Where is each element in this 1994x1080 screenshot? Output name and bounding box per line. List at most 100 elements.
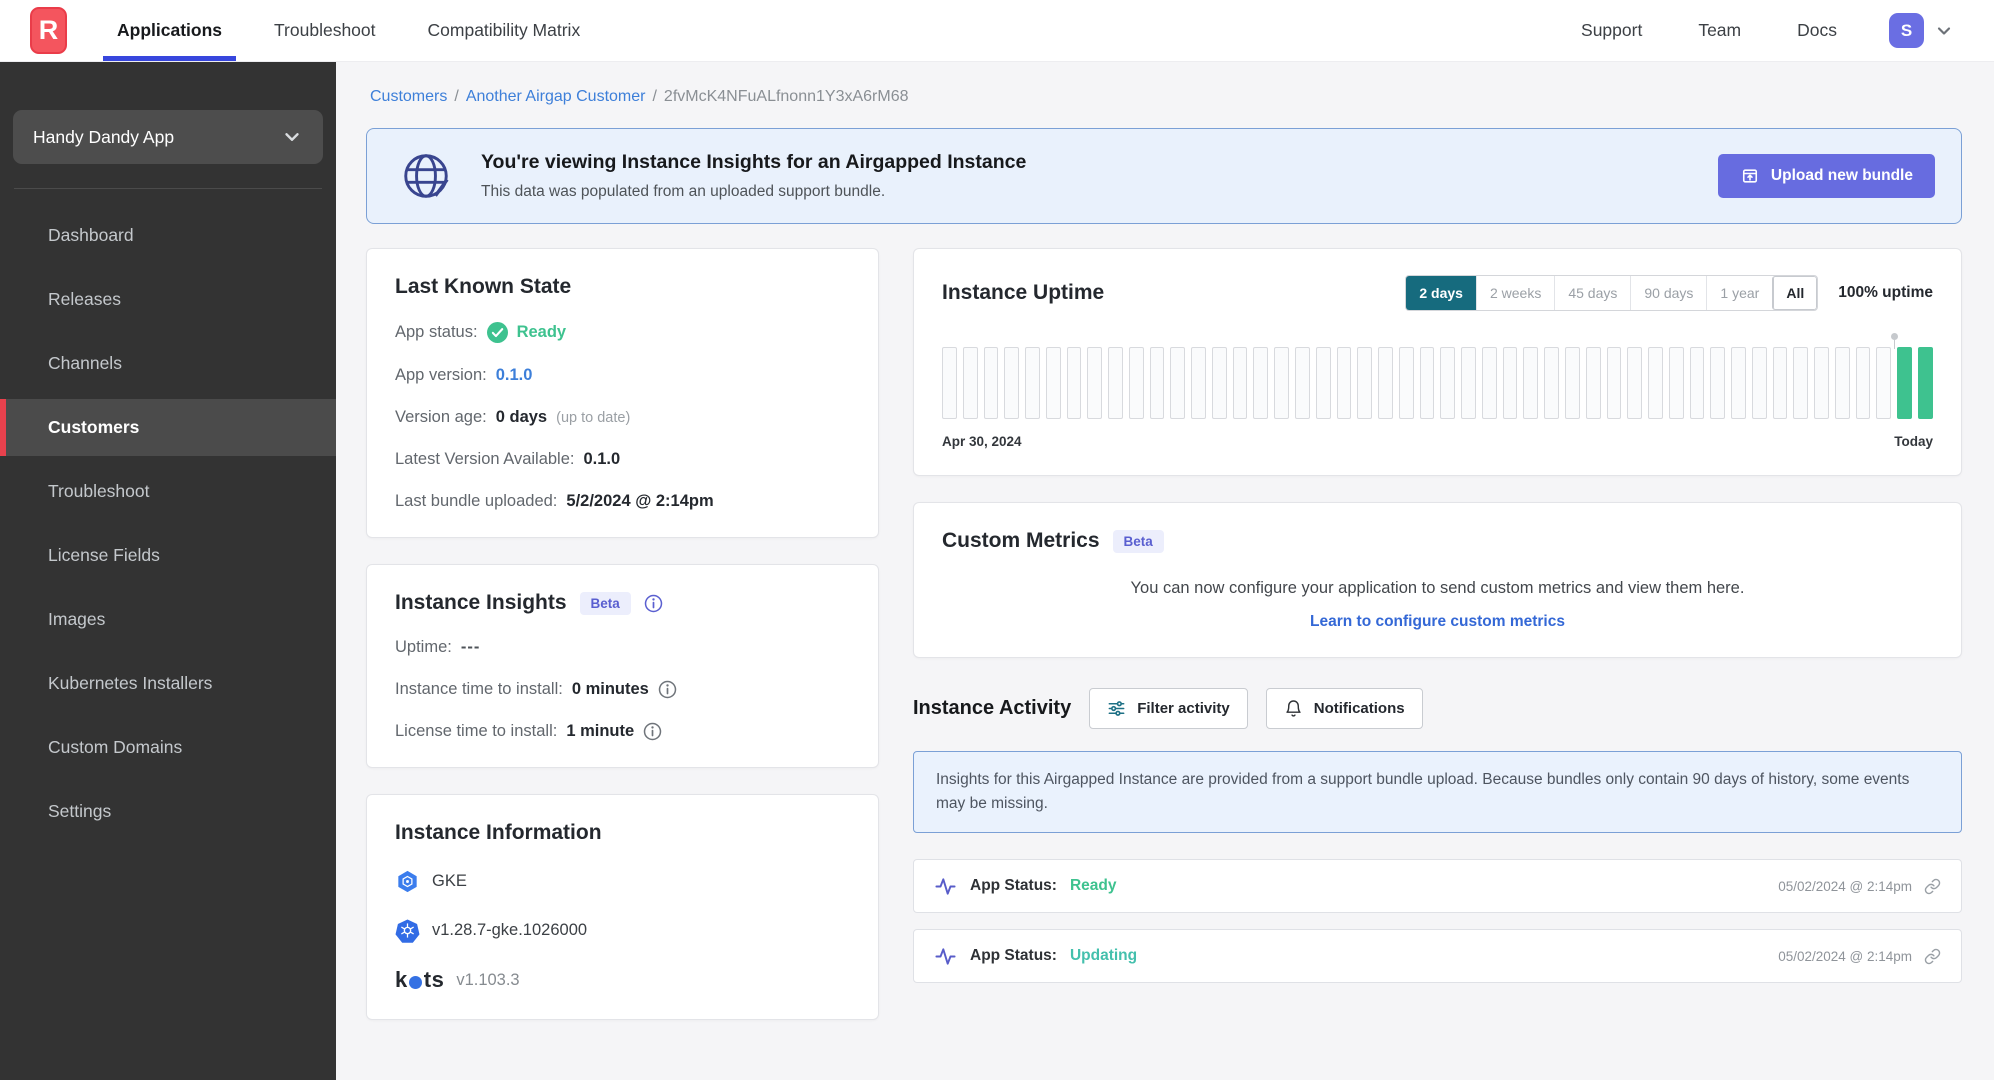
uptime-bar-nodata: [1772, 347, 1788, 419]
activity-pulse-icon: [934, 875, 957, 898]
uptime-bar-nodata: [1834, 347, 1850, 419]
uptime-bar-nodata: [1170, 347, 1186, 419]
sidebar: Handy Dandy App Dashboard Releases Channel…: [0, 62, 336, 1080]
link-icon[interactable]: [1924, 878, 1941, 895]
topnav-item-applications[interactable]: Applications: [102, 0, 237, 61]
detail-row: Latest Version Available: 0.1.0: [395, 450, 850, 469]
uptime-bar-nodata: [1108, 347, 1123, 419]
uptime-bar-nodata: [1523, 347, 1539, 419]
uptime-bar-nodata: [1315, 347, 1331, 419]
app-selector-dropdown[interactable]: Handy Dandy App: [13, 110, 323, 164]
custom-metrics-title: Custom Metrics: [942, 529, 1100, 552]
sidebar-item-kubernetes-installers[interactable]: Kubernetes Installers: [0, 655, 336, 712]
range-button-90-days[interactable]: 90 days: [1630, 276, 1707, 310]
sidebar-item-custom-domains[interactable]: Custom Domains: [0, 719, 336, 776]
uptime-bar-nodata: [1025, 347, 1040, 419]
instance-information-title: Instance Information: [395, 821, 602, 844]
kots-version: v1.103.3: [456, 970, 520, 989]
range-button-1-year[interactable]: 1 year: [1706, 276, 1773, 310]
topnav-item-troubleshoot[interactable]: Troubleshoot: [274, 0, 376, 61]
check-circle-icon: [486, 322, 508, 343]
top-navigation: R Applications Troubleshoot Compatibility …: [0, 0, 1994, 62]
instance-uptime-title: Instance Uptime: [942, 281, 1105, 304]
range-button-2-weeks[interactable]: 2 weeks: [1475, 276, 1555, 310]
sidebar-item-dashboard[interactable]: Dashboard: [0, 207, 336, 264]
sidebar-item-images[interactable]: Images: [0, 591, 336, 648]
activity-row: App Status: Ready 05/02/2024 @ 2:14pm: [913, 859, 1962, 914]
kots-logo: k ts: [395, 967, 445, 992]
detail-label: App status:: [395, 323, 478, 341]
range-button-2-days[interactable]: 2 days: [1406, 276, 1476, 310]
chevron-down-icon[interactable]: [1934, 21, 1954, 41]
uptime-bar-nodata: [1481, 347, 1497, 419]
info-icon[interactable]: [643, 722, 662, 741]
uptime-bar-nodata: [1461, 347, 1476, 419]
breadcrumb-link-customers[interactable]: Customers: [370, 88, 447, 105]
detail-label: Last bundle uploaded:: [395, 492, 558, 510]
info-icon[interactable]: [658, 680, 677, 699]
range-button-45-days[interactable]: 45 days: [1554, 276, 1631, 310]
info-icon[interactable]: [644, 594, 663, 613]
uptime-bar-nodata: [942, 347, 957, 419]
instance-info-row: k ts v1.103.3: [395, 967, 850, 993]
sidebar-item-customers[interactable]: Customers: [0, 399, 336, 456]
app-root: R Applications Troubleshoot Compatibility …: [0, 0, 1994, 1080]
kubernetes-icon: [395, 918, 420, 943]
instance-uptime-card: Instance Uptime 2 days 2 weeks 45 days 90 d…: [913, 248, 1962, 476]
sidebar-item-troubleshoot[interactable]: Troubleshoot: [0, 463, 336, 520]
range-button-all[interactable]: All: [1772, 276, 1818, 310]
uptime-bar-nodata: [1627, 347, 1643, 419]
instance-information-card: Instance Information GKE v1.28.7-gke.1026…: [366, 794, 879, 1020]
chart-start-label: Apr 30, 2024: [942, 434, 1022, 449]
replicated-logo-icon[interactable]: R: [30, 7, 67, 54]
uptime-bar-nodata: [1149, 347, 1165, 419]
instance-insights-rows: Uptime: --- Instance time to install: 0 min…: [395, 638, 850, 741]
sidebar-item-settings[interactable]: Settings: [0, 783, 336, 840]
uptime-bar-nodata: [1731, 347, 1746, 419]
detail-row: Version age: 0 days (up to date): [395, 408, 850, 427]
topnav-link-docs[interactable]: Docs: [1797, 20, 1837, 41]
filter-activity-label: Filter activity: [1137, 700, 1230, 717]
topnav-link-team[interactable]: Team: [1698, 20, 1741, 41]
beta-badge: Beta: [1112, 529, 1164, 553]
airgap-banner: You're viewing Instance Insights for an …: [366, 128, 1962, 224]
left-column: Last Known State App status: Ready App ver…: [366, 248, 879, 1020]
sidebar-item-license-fields[interactable]: License Fields: [0, 527, 336, 584]
topnav-right: Support Team Docs S: [1525, 13, 1954, 48]
filter-activity-button[interactable]: Filter activity: [1089, 688, 1248, 729]
instance-info-value: GKE: [432, 872, 467, 890]
airgap-globe-icon: [399, 149, 453, 203]
chart-end-label: Today: [1894, 434, 1933, 449]
status-value: Ready: [516, 323, 567, 341]
detail-value: ---: [460, 638, 481, 656]
configure-custom-metrics-link[interactable]: Learn to configure custom metrics: [942, 613, 1933, 631]
avatar[interactable]: S: [1889, 13, 1924, 48]
instance-information-rows: GKE v1.28.7-gke.1026000 k ts v1.103.3: [395, 869, 850, 993]
uptime-bar-nodata: [1668, 347, 1684, 419]
uptime-bar-nodata: [1793, 347, 1809, 419]
upload-new-bundle-button[interactable]: Upload new bundle: [1717, 154, 1935, 198]
topnav-link-support[interactable]: Support: [1581, 20, 1642, 41]
uptime-bar-nodata: [1232, 347, 1248, 419]
instance-info-row: GKE: [395, 869, 850, 894]
topnav-item-compatibility-matrix[interactable]: Compatibility Matrix: [428, 0, 581, 61]
uptime-bar-nodata: [1357, 347, 1373, 419]
uptime-bar-nodata: [1564, 347, 1580, 419]
detail-row: Instance time to install: 0 minutes: [395, 680, 850, 699]
uptime-bar-nodata: [962, 347, 978, 419]
notifications-button[interactable]: Notifications: [1265, 688, 1423, 729]
detail-value: 0 days: [495, 408, 548, 426]
breadcrumb-link-another-airgap-customer[interactable]: Another Airgap Customer: [466, 88, 646, 105]
uptime-bar-nodata: [1585, 347, 1601, 419]
sidebar-item-channels[interactable]: Channels: [0, 335, 336, 392]
detail-suffix: (up to date): [556, 409, 631, 426]
version-link[interactable]: 0.1.0: [496, 366, 533, 385]
link-icon[interactable]: [1924, 948, 1941, 965]
right-column: Instance Uptime 2 days 2 weeks 45 days 90 d…: [913, 248, 1962, 984]
detail-label: Version age:: [395, 408, 487, 426]
detail-value: 0 minutes: [571, 680, 649, 698]
sidebar-item-releases[interactable]: Releases: [0, 271, 336, 328]
detail-label: Latest Version Available:: [395, 450, 575, 468]
activity-label: App Status:: [970, 877, 1057, 895]
activity-row-meta: 05/02/2024 @ 2:14pm: [1778, 948, 1941, 965]
